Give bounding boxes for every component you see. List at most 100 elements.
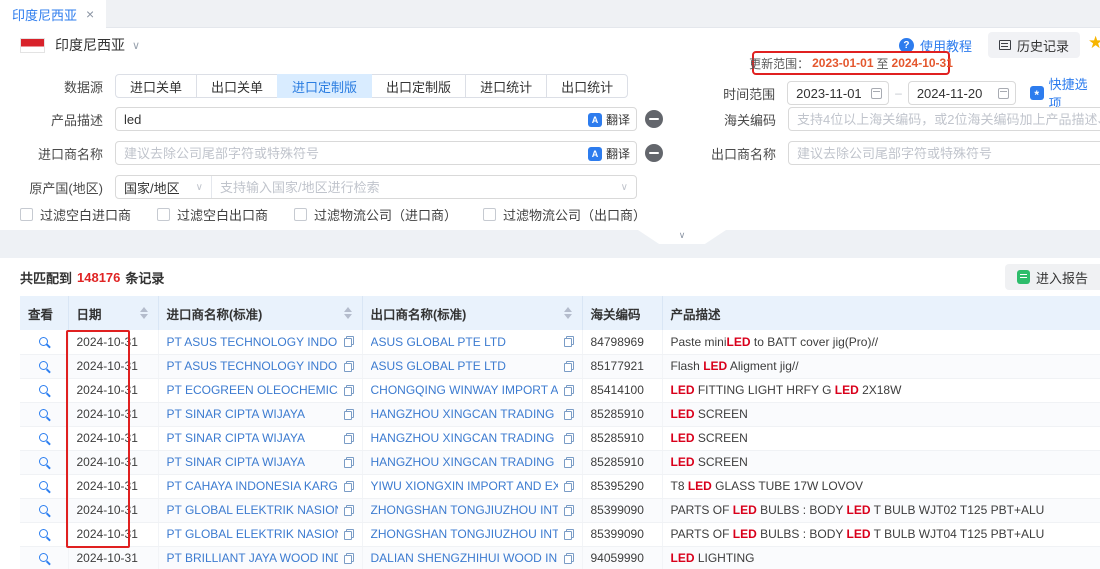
- copy-icon[interactable]: [564, 481, 574, 492]
- copy-icon[interactable]: [564, 385, 574, 396]
- copy-icon[interactable]: [564, 409, 574, 420]
- view-detail-icon[interactable]: [39, 385, 48, 394]
- data-source-tab-1[interactable]: 进口关单: [115, 74, 197, 98]
- exporter-cell-link[interactable]: ZHONGSHAN TONGJIUZHOU INTERNA...: [371, 527, 558, 541]
- copy-icon[interactable]: [344, 433, 354, 444]
- hs-code-input[interactable]: [788, 107, 1100, 131]
- exporter-cell-link[interactable]: ASUS GLOBAL PTE LTD: [371, 335, 506, 349]
- enter-report-button[interactable]: 进入报告: [1005, 264, 1100, 290]
- data-source-tab-5[interactable]: 进口统计: [465, 74, 547, 98]
- filter-checkbox-row: 过滤空白进口商 过滤空白出口商 过滤物流公司（进口商） 过滤物流公司（出口商）: [20, 205, 646, 224]
- view-detail-icon[interactable]: [39, 457, 48, 466]
- copy-icon[interactable]: [344, 529, 354, 540]
- copy-icon[interactable]: [344, 553, 354, 564]
- copy-icon[interactable]: [564, 457, 574, 468]
- copy-icon[interactable]: [344, 481, 354, 492]
- data-source-tab-6[interactable]: 出口统计: [546, 74, 628, 98]
- origin-type-value: 国家/地区: [124, 178, 180, 197]
- filter-checkbox-3[interactable]: 过滤物流公司（进口商）: [294, 205, 457, 224]
- copy-icon[interactable]: [344, 457, 354, 468]
- exporter-cell-link[interactable]: YIWU XIONGXIN IMPORT AND EXPORT...: [371, 479, 558, 493]
- exporter-cell-link[interactable]: HANGZHOU XINGCAN TRADING CO LTD: [371, 431, 558, 445]
- checkbox-icon[interactable]: [20, 208, 33, 221]
- sort-icon[interactable]: [564, 307, 574, 319]
- translate-button[interactable]: A 翻译: [588, 111, 630, 128]
- view-detail-icon[interactable]: [39, 409, 48, 418]
- history-button[interactable]: 历史记录: [988, 32, 1080, 58]
- sort-icon[interactable]: [140, 307, 150, 319]
- column-header-3[interactable]: 进口商名称(标准): [158, 296, 362, 330]
- filter-checkbox-1[interactable]: 过滤空白进口商: [20, 205, 131, 224]
- copy-icon[interactable]: [564, 553, 574, 564]
- checkbox-icon[interactable]: [294, 208, 307, 221]
- copy-icon[interactable]: [344, 385, 354, 396]
- history-icon: [999, 40, 1011, 50]
- exporter-cell-link[interactable]: ZHONGSHAN TONGJIUZHOU INTERNA...: [371, 503, 558, 517]
- importer-cell-link[interactable]: PT ECOGREEN OLEOCHEMICALS: [167, 383, 338, 397]
- date-cell: 2024-10-31: [68, 450, 158, 474]
- country-selector[interactable]: 印度尼西亚: [55, 35, 125, 55]
- end-date-picker[interactable]: [908, 81, 1016, 105]
- importer-input[interactable]: [115, 141, 637, 165]
- copy-icon[interactable]: [344, 336, 354, 347]
- view-detail-icon[interactable]: [39, 553, 48, 562]
- importer-cell-link[interactable]: PT CAHAYA INDONESIA KARGO: [167, 479, 338, 493]
- data-source-tab-4[interactable]: 出口定制版: [371, 74, 466, 98]
- exporter-cell-link[interactable]: ASUS GLOBAL PTE LTD: [371, 359, 506, 373]
- view-detail-icon[interactable]: [39, 433, 48, 442]
- view-detail-icon[interactable]: [39, 505, 48, 514]
- importer-cell-link[interactable]: PT SINAR CIPTA WIJAYA: [167, 455, 305, 469]
- importer-cell-link[interactable]: PT SINAR CIPTA WIJAYA: [167, 431, 305, 445]
- chevron-down-icon[interactable]: ∨: [132, 39, 140, 52]
- importer-cell-link[interactable]: PT BRILLIANT JAYA WOOD INDUSTRY: [167, 551, 338, 565]
- importer-cell-link[interactable]: PT ASUS TECHNOLOGY INDONESIA BA...: [167, 335, 338, 349]
- translate-button[interactable]: A 翻译: [588, 145, 630, 162]
- copy-icon[interactable]: [344, 505, 354, 516]
- table-row: 2024-10-31PT ECOGREEN OLEOCHEMICALSCHONG…: [20, 378, 1100, 402]
- filter-checkbox-4[interactable]: 过滤物流公司（出口商）: [483, 205, 646, 224]
- importer-label: 进口商名称: [0, 144, 115, 163]
- data-source-tab-3[interactable]: 进口定制版: [277, 74, 372, 98]
- circle-minus-icon[interactable]: [645, 110, 663, 128]
- importer-cell-link[interactable]: PT SINAR CIPTA WIJAYA: [167, 407, 305, 421]
- view-detail-icon[interactable]: [39, 481, 48, 490]
- importer-cell-link[interactable]: PT GLOBAL ELEKTRIK NASIONAL: [167, 503, 338, 517]
- copy-icon[interactable]: [344, 409, 354, 420]
- checkbox-icon[interactable]: [157, 208, 170, 221]
- report-icon: [1017, 270, 1030, 284]
- favorite-star-icon[interactable]: ★: [1088, 33, 1100, 53]
- origin-search-input[interactable]: [212, 180, 621, 195]
- circle-minus-icon[interactable]: [645, 144, 663, 162]
- table-header-row: 查看日期进口商名称(标准)出口商名称(标准)海关编码产品描述: [20, 296, 1100, 330]
- exporter-input[interactable]: [788, 141, 1100, 165]
- view-detail-icon[interactable]: [39, 361, 48, 370]
- copy-icon[interactable]: [564, 336, 574, 347]
- data-source-tab-2[interactable]: 出口关单: [196, 74, 278, 98]
- column-header-2[interactable]: 日期: [68, 296, 158, 330]
- copy-icon[interactable]: [564, 505, 574, 516]
- filter-checkbox-2[interactable]: 过滤空白出口商: [157, 205, 268, 224]
- tab-bar: 印度尼西亚 ×: [0, 0, 1100, 28]
- sort-icon[interactable]: [344, 307, 354, 319]
- close-icon[interactable]: ×: [86, 7, 94, 21]
- importer-cell-link[interactable]: PT GLOBAL ELEKTRIK NASIONAL: [167, 527, 338, 541]
- column-header-4[interactable]: 出口商名称(标准): [362, 296, 582, 330]
- view-detail-icon[interactable]: [39, 529, 48, 538]
- view-detail-icon[interactable]: [39, 337, 48, 346]
- exporter-cell-link[interactable]: HANGZHOU XINGCAN TRADING CO LTD: [371, 407, 558, 421]
- exporter-cell-link[interactable]: DALIAN SHENGZHIHUI WOOD INDUST...: [371, 551, 558, 565]
- copy-icon[interactable]: [344, 361, 354, 372]
- tab-indonesia[interactable]: 印度尼西亚 ×: [0, 0, 106, 28]
- copy-icon[interactable]: [564, 433, 574, 444]
- checkbox-icon[interactable]: [483, 208, 496, 221]
- tutorial-link[interactable]: ? 使用教程: [899, 36, 972, 55]
- exporter-cell-link[interactable]: HANGZHOU XINGCAN TRADING CO LTD: [371, 455, 558, 469]
- product-desc-input[interactable]: [115, 107, 637, 131]
- copy-icon[interactable]: [564, 361, 574, 372]
- importer-cell-link[interactable]: PT ASUS TECHNOLOGY INDONESIA BA...: [167, 359, 338, 373]
- column-header-6: 产品描述: [662, 296, 1100, 330]
- start-date-picker[interactable]: [787, 81, 889, 105]
- exporter-cell-link[interactable]: CHONGQING WINWAY IMPORT AND E...: [371, 383, 558, 397]
- copy-icon[interactable]: [564, 529, 574, 540]
- origin-type-select[interactable]: 国家/地区 ∨: [116, 176, 212, 198]
